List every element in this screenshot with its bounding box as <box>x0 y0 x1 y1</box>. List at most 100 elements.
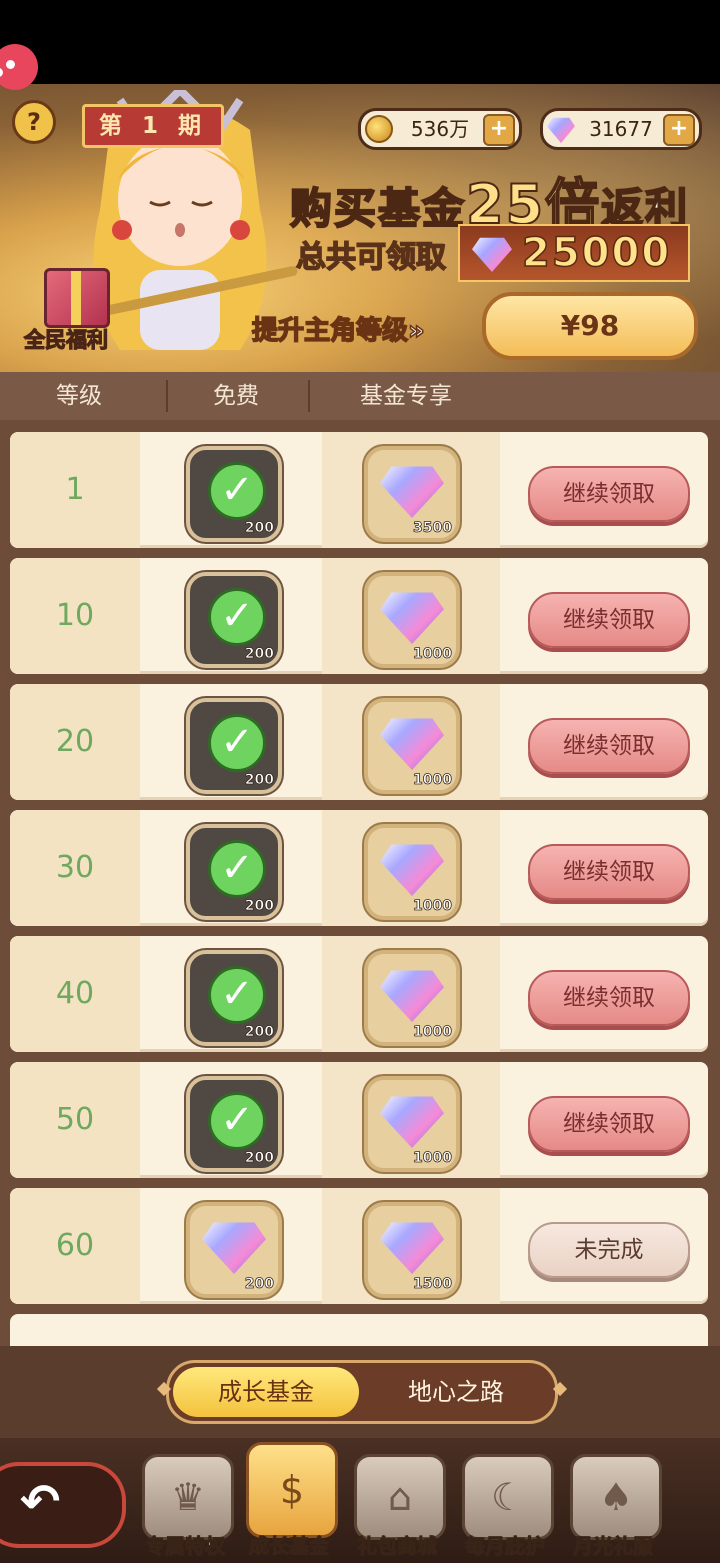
fund-reward-slot[interactable]: 1000 <box>364 824 460 920</box>
back-button[interactable]: ↶ <box>0 1462 126 1548</box>
reward-list[interactable]: 1 ✓ 200 3500 继续领取 10 ✓ 200 1000 继续领取 20 ✓ 200 1000 继续领… <box>0 420 720 1346</box>
total-value: 25000 <box>521 229 672 277</box>
growth-fund-icon: $ <box>246 1442 338 1538</box>
level-number: 10 <box>55 598 95 633</box>
free-amount: 200 <box>244 898 274 915</box>
free-reward-slot[interactable]: ✓ 200 <box>186 698 282 794</box>
level-number: 50 <box>55 1102 95 1137</box>
nav-label: 专属特权 <box>145 1534 226 1559</box>
fund-reward-slot[interactable]: 1000 <box>364 950 460 1046</box>
header-free: 免费 <box>213 383 259 409</box>
total-label: 总共可领取 <box>295 239 447 276</box>
free-reward-slot[interactable]: 200 <box>186 1202 282 1298</box>
fund-reward-slot[interactable]: 1000 <box>364 1076 460 1172</box>
free-reward-slot[interactable]: ✓ 200 <box>186 824 282 920</box>
claim-button[interactable]: 继续领取 <box>528 466 690 522</box>
fund-amount: 1000 <box>413 898 453 915</box>
header-fund: 基金专享 <box>360 383 452 409</box>
tab-growth-fund[interactable]: 成长基金 <box>173 1367 359 1417</box>
period-badge: 第 1 期 <box>82 104 225 148</box>
add-coins-button[interactable]: + <box>483 114 515 146</box>
check-icon: ✓ <box>208 966 266 1024</box>
level-number: 20 <box>55 724 95 759</box>
check-icon: ✓ <box>208 588 266 646</box>
reward-row: 60 200 1500 未完成 <box>10 1188 708 1304</box>
level-number: 60 <box>55 1228 95 1263</box>
nav-label: 每月庇护 <box>465 1534 546 1559</box>
fund-reward-slot[interactable]: 1000 <box>364 698 460 794</box>
reward-row: 20 ✓ 200 1000 继续领取 <box>10 684 708 800</box>
claim-button[interactable]: 继续领取 <box>528 970 690 1026</box>
nav-label: 成长基金 <box>249 1534 330 1559</box>
nav-label: 月光礼服 <box>573 1534 654 1559</box>
fund-amount: 1000 <box>413 1150 453 1167</box>
fund-reward-slot[interactable]: 3500 <box>364 446 460 542</box>
tab-ornament <box>156 1381 172 1397</box>
fund-reward-slot[interactable]: 1500 <box>364 1202 460 1298</box>
free-amount: 200 <box>244 1150 274 1167</box>
coin-icon <box>365 115 393 143</box>
claim-button[interactable]: 继续领取 <box>528 844 690 900</box>
diamond-icon <box>380 718 444 770</box>
diamond-icon <box>472 237 512 272</box>
diamond-icon <box>380 1222 444 1274</box>
reward-row: 1 ✓ 200 3500 继续领取 <box>10 432 708 548</box>
claim-button[interactable]: 未完成 <box>528 1222 690 1278</box>
buy-price-button[interactable]: ¥98 <box>482 292 698 360</box>
free-amount: 200 <box>244 520 274 537</box>
total-value-box: 25000 <box>458 224 690 282</box>
check-icon: ✓ <box>208 840 266 898</box>
nav-moonlight-dress[interactable]: ♠ 月光礼服 <box>566 1454 662 1559</box>
shop-icon: ⌂ <box>354 1454 446 1540</box>
claim-button[interactable]: 继续领取 <box>528 1096 690 1152</box>
reward-row: 40 ✓ 200 1000 继续领取 <box>10 936 708 1052</box>
welfare-gift[interactable]: 全民福利 <box>23 262 124 354</box>
reward-row-partial <box>10 1314 708 1346</box>
nav-exclusive-privilege[interactable]: ♛ 专属特权 <box>138 1454 234 1559</box>
free-reward-slot[interactable]: ✓ 200 <box>186 1076 282 1172</box>
level-cell: 60 <box>10 1188 140 1304</box>
claim-button[interactable]: 继续领取 <box>528 592 690 648</box>
back-arrow-icon: ↶ <box>20 1474 61 1530</box>
nav-growth-fund[interactable]: $ 成长基金 <box>242 1442 338 1559</box>
free-reward-slot[interactable]: ✓ 200 <box>186 446 282 542</box>
claim-button[interactable]: 继续领取 <box>528 718 690 774</box>
fund-amount: 1000 <box>413 772 453 789</box>
gift-label: 全民福利 <box>23 327 108 352</box>
gem-counter: 31677 + <box>540 108 702 150</box>
level-number: 30 <box>55 850 95 885</box>
free-reward-slot[interactable]: ✓ 200 <box>186 950 282 1046</box>
bottom-nav: ↶ ♛ 专属特权 $ 成长基金 ⌂ 礼包商城 ☾ 每月庇护 ♠ 月光礼服 <box>0 1438 720 1563</box>
fund-amount: 1000 <box>413 1024 453 1041</box>
free-amount: 200 <box>244 1276 274 1293</box>
check-icon: ✓ <box>208 462 266 520</box>
nav-label: 礼包商城 <box>357 1534 438 1559</box>
diamond-icon <box>202 1222 266 1274</box>
free-reward-slot[interactable]: ✓ 200 <box>186 572 282 668</box>
check-icon: ✓ <box>208 714 266 772</box>
header-level: 等级 <box>56 383 102 409</box>
tab-earth-core[interactable]: 地心之路 <box>363 1367 549 1417</box>
gem-icon <box>547 117 575 143</box>
tab-ornament <box>552 1381 568 1397</box>
diamond-icon <box>380 592 444 644</box>
diamond-icon <box>380 844 444 896</box>
gem-value: 31677 <box>589 117 653 141</box>
nav-monthly-shelter[interactable]: ☾ 每月庇护 <box>458 1454 554 1559</box>
level-cell: 50 <box>10 1062 140 1178</box>
crown-icon: ♛ <box>142 1454 234 1540</box>
upgrade-hint[interactable]: 提升主角等级» <box>251 310 425 347</box>
add-gems-button[interactable]: + <box>663 114 695 146</box>
free-amount: 200 <box>244 1024 274 1041</box>
fund-tabs: 成长基金 地心之路 <box>156 1360 568 1424</box>
diamond-icon <box>380 1096 444 1148</box>
level-cell: 1 <box>10 432 140 548</box>
nav-gift-shop[interactable]: ⌂ 礼包商城 <box>350 1454 446 1559</box>
fund-reward-slot[interactable]: 1000 <box>364 572 460 668</box>
status-bar <box>0 0 720 84</box>
check-icon: ✓ <box>208 1092 266 1150</box>
free-amount: 200 <box>244 646 274 663</box>
help-icon[interactable]: ? <box>12 100 56 144</box>
tab-area: 成长基金 地心之路 <box>0 1346 720 1438</box>
moon-icon: ☾ <box>462 1454 554 1540</box>
